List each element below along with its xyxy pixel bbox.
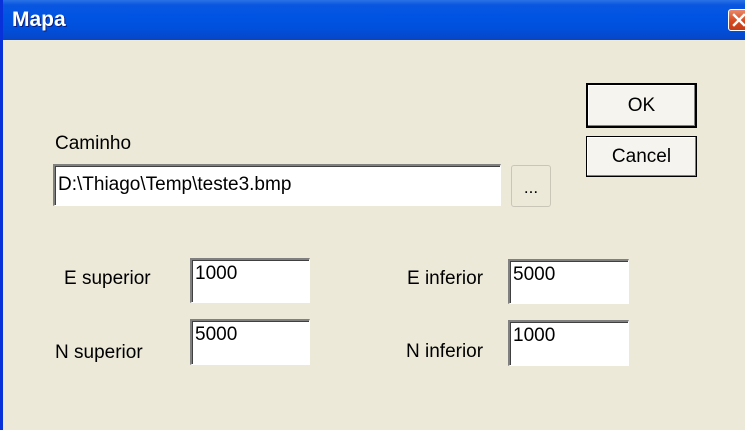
browse-button[interactable]: ... (511, 165, 551, 207)
title-bar[interactable]: Mapa (3, 0, 745, 40)
e-superior-input[interactable]: 1000 (190, 258, 310, 303)
path-input[interactable]: D:\Thiago\Temp\teste3.bmp (53, 164, 501, 206)
e-inferior-label: E inferior (407, 268, 484, 289)
n-inferior-input[interactable]: 1000 (508, 320, 629, 366)
n-inferior-label: N inferior (406, 341, 484, 362)
n-superior-input[interactable]: 5000 (190, 319, 310, 365)
window-title: Mapa (12, 8, 66, 31)
path-label: Caminho (55, 133, 132, 154)
n-superior-label: N superior (55, 342, 143, 363)
close-icon (732, 13, 745, 27)
dialog-window: Mapa OK Cancel Caminho D:\Thiago\Temp\te… (0, 0, 745, 430)
e-superior-label: E superior (64, 268, 151, 289)
close-button[interactable] (728, 9, 745, 31)
e-inferior-input[interactable]: 5000 (508, 259, 629, 304)
cancel-button[interactable]: Cancel (586, 136, 697, 177)
ok-button[interactable]: OK (586, 83, 697, 128)
